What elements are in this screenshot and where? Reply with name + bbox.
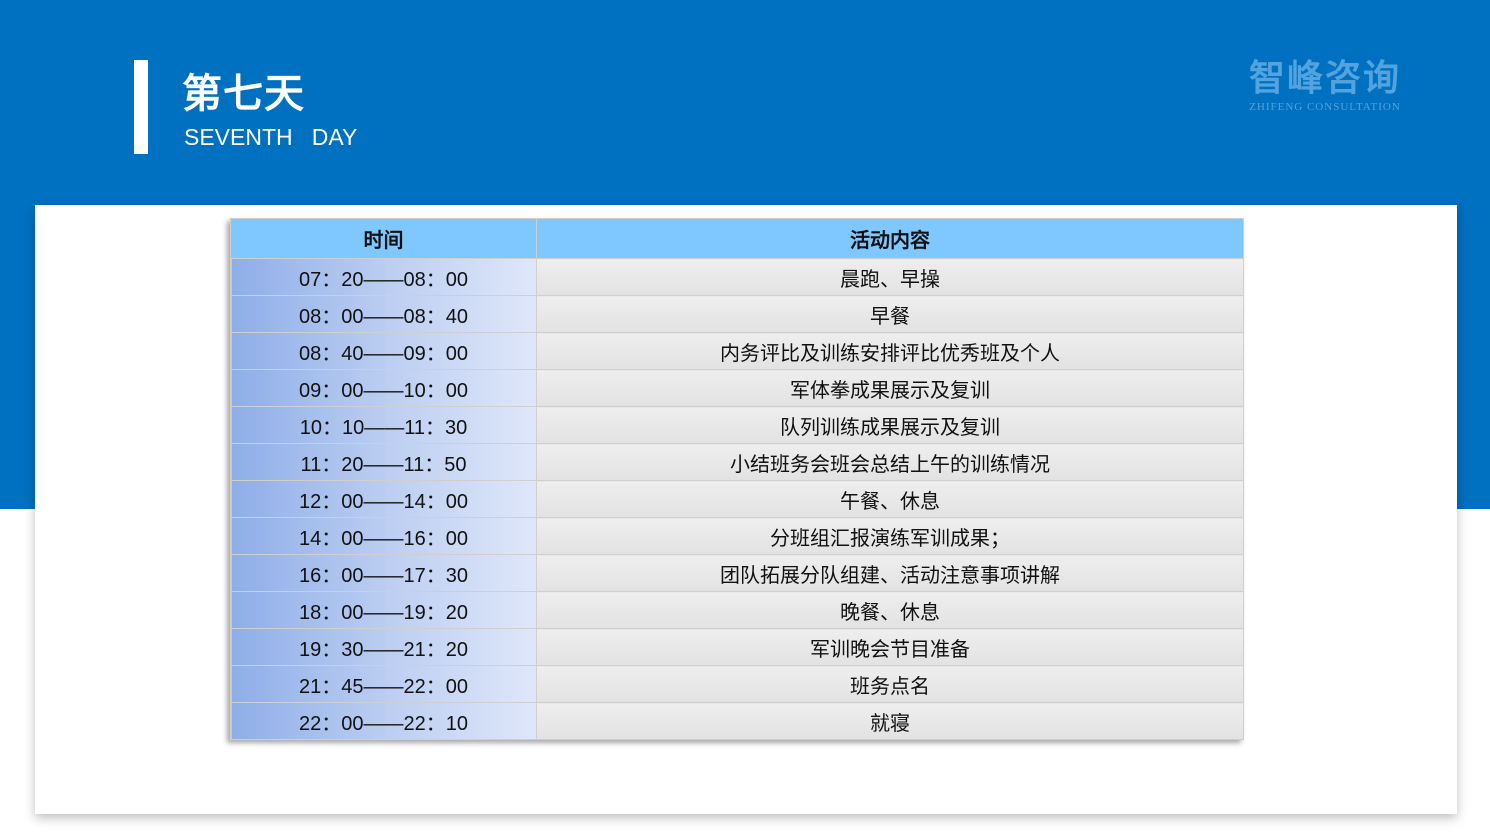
table-row: 14：00——16：00 分班组汇报演练军训成果； <box>230 517 1244 555</box>
activity-cell: 军体拳成果展示及复训 <box>536 369 1244 407</box>
time-cell: 19：30——21：20 <box>230 628 537 666</box>
page-subtitle: SEVENTH DAY <box>184 124 358 150</box>
activity-cell: 队列训练成果展示及复训 <box>536 406 1244 444</box>
activity-cell: 班务点名 <box>536 665 1244 703</box>
time-cell: 22：00——22：10 <box>230 702 537 740</box>
activity-cell: 分班组汇报演练军训成果； <box>536 517 1244 555</box>
activity-cell: 晚餐、休息 <box>536 591 1244 629</box>
table-row: 08：00——08：40 早餐 <box>230 295 1244 333</box>
activity-cell: 内务评比及训练安排评比优秀班及个人 <box>536 332 1244 370</box>
table-row: 07：20——08：00 晨跑、早操 <box>230 258 1244 296</box>
time-cell: 21：45——22：00 <box>230 665 537 703</box>
title-accent-bar <box>134 60 148 154</box>
activity-cell: 早餐 <box>536 295 1244 333</box>
activity-cell: 团队拓展分队组建、活动注意事项讲解 <box>536 554 1244 592</box>
activity-cell: 晨跑、早操 <box>536 258 1244 296</box>
time-cell: 07：20——08：00 <box>230 258 537 296</box>
table-row: 22：00——22：10 就寝 <box>230 702 1244 740</box>
table-row: 21：45——22：00 班务点名 <box>230 665 1244 703</box>
table-row: 19：30——21：20 军训晚会节目准备 <box>230 628 1244 666</box>
table-row: 10：10——11：30 队列训练成果展示及复训 <box>230 406 1244 444</box>
table-header-row: 时间 活动内容 <box>230 218 1244 259</box>
column-header-activity: 活动内容 <box>536 218 1244 259</box>
time-cell: 14：00——16：00 <box>230 517 537 555</box>
time-cell: 09：00——10：00 <box>230 369 537 407</box>
logo-name-cn: 智峰咨询 <box>1248 58 1401 99</box>
column-header-time: 时间 <box>230 218 537 259</box>
table-row: 08：40——09：00 内务评比及训练安排评比优秀班及个人 <box>230 332 1244 370</box>
activity-cell: 就寝 <box>536 702 1244 740</box>
table-row: 12：00——14：00 午餐、休息 <box>230 480 1244 518</box>
time-cell: 18：00——19：20 <box>230 591 537 629</box>
time-cell: 08：00——08：40 <box>230 295 537 333</box>
table-row: 11：20——11：50 小结班务会班会总结上午的训练情况 <box>230 443 1244 481</box>
company-logo: 智峰咨询 ZHIFENG CONSULTATION <box>1240 58 1410 114</box>
time-cell: 08：40——09：00 <box>230 332 537 370</box>
activity-cell: 军训晚会节目准备 <box>536 628 1244 666</box>
table-row: 09：00——10：00 军体拳成果展示及复训 <box>230 369 1244 407</box>
activity-cell: 午餐、休息 <box>536 480 1244 518</box>
table-row: 18：00——19：20 晚餐、休息 <box>230 591 1244 629</box>
time-cell: 12：00——14：00 <box>230 480 537 518</box>
logo-name-en: ZHIFENG CONSULTATION <box>1249 101 1401 113</box>
schedule-table: 时间 活动内容 07：20——08：00 晨跑、早操 08：00——08：40 … <box>230 218 1244 740</box>
time-cell: 16：00——17：30 <box>230 554 537 592</box>
time-cell: 10：10——11：30 <box>230 406 537 444</box>
table-row: 16：00——17：30 团队拓展分队组建、活动注意事项讲解 <box>230 554 1244 592</box>
activity-cell: 小结班务会班会总结上午的训练情况 <box>536 443 1244 481</box>
time-cell: 11：20——11：50 <box>230 443 537 481</box>
page-title: 第七天 <box>182 71 305 117</box>
